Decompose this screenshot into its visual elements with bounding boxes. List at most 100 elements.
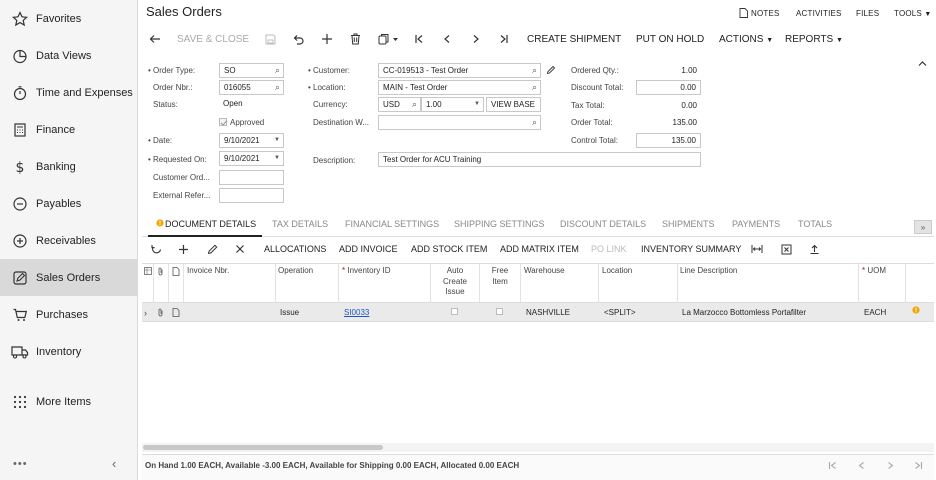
tab-document-details[interactable]: DOCUMENT DETAILS xyxy=(165,219,256,229)
location-field[interactable]: MAIN - Test Order ⌕ xyxy=(378,80,541,95)
control-total-field[interactable]: 135.00 xyxy=(636,133,701,148)
column-auto-create-issue[interactable]: Auto Create Issue xyxy=(431,266,479,298)
requested-on-field[interactable]: 9/10/2021 ▼ xyxy=(219,151,284,166)
tabs-overflow-icon[interactable]: » xyxy=(914,220,932,234)
search-icon[interactable]: ⌕ xyxy=(275,65,280,76)
add-stock-item-button[interactable]: ADD STOCK ITEM xyxy=(411,244,487,254)
column-warehouse[interactable]: Warehouse xyxy=(524,266,565,275)
sidebar-item-favorites[interactable]: Favorites xyxy=(0,0,137,37)
delete-row-icon[interactable] xyxy=(234,243,246,255)
column-line-description[interactable]: Line Description xyxy=(680,266,737,275)
column-location[interactable]: Location xyxy=(602,266,632,275)
last-page-icon[interactable] xyxy=(914,461,923,470)
cell-warehouse[interactable]: NASHVILLE xyxy=(526,308,570,317)
po-link-button[interactable]: PO LINK xyxy=(591,244,627,254)
last-record-icon[interactable] xyxy=(497,32,511,46)
tools-menu[interactable]: TOOLS ▼ xyxy=(894,9,932,18)
expand-row-icon[interactable]: › xyxy=(144,308,147,318)
refresh-icon[interactable] xyxy=(150,243,162,255)
search-icon[interactable]: ⌕ xyxy=(532,82,537,93)
free-item-checkbox[interactable] xyxy=(496,308,503,315)
tab-shipments[interactable]: SHIPMENTS xyxy=(662,219,715,229)
horizontal-scrollbar-thumb[interactable] xyxy=(143,445,383,450)
previous-page-icon[interactable] xyxy=(857,461,866,470)
tab-discount-details[interactable]: DISCOUNT DETAILS xyxy=(560,219,646,229)
tab-tax-details[interactable]: TAX DETAILS xyxy=(272,219,328,229)
add-matrix-item-button[interactable]: ADD MATRIX ITEM xyxy=(500,244,579,254)
notes-link[interactable]: NOTES xyxy=(751,9,780,18)
tab-totals[interactable]: TOTALS xyxy=(798,219,832,229)
description-field[interactable]: Test Order for ACU Training xyxy=(378,152,701,167)
copy-paste-menu[interactable] xyxy=(377,32,401,46)
create-shipment-button[interactable]: CREATE SHIPMENT xyxy=(527,34,621,45)
collapse-sidebar-icon[interactable]: ‹ xyxy=(112,456,116,471)
currency-field[interactable]: USD ⌕ xyxy=(378,97,421,112)
put-on-hold-button[interactable]: PUT ON HOLD xyxy=(636,34,704,45)
sidebar-item-receivables[interactable]: Receivables xyxy=(0,222,137,259)
next-page-icon[interactable] xyxy=(886,461,895,470)
allocations-button[interactable]: ALLOCATIONS xyxy=(264,244,326,254)
upload-icon[interactable] xyxy=(808,243,820,255)
next-record-icon[interactable] xyxy=(469,32,483,46)
actions-menu[interactable]: ACTIONS ▼ xyxy=(719,34,773,45)
save-close-button[interactable]: SAVE & CLOSE xyxy=(177,34,249,45)
notes-icon[interactable] xyxy=(739,8,748,18)
save-icon[interactable] xyxy=(263,32,277,46)
discount-total-field[interactable]: 0.00 xyxy=(636,80,701,95)
first-page-icon[interactable] xyxy=(828,461,837,470)
sidebar-item-finance[interactable]: Finance xyxy=(0,111,137,148)
delete-icon[interactable] xyxy=(348,32,362,46)
auto-create-issue-checkbox[interactable] xyxy=(451,308,458,315)
edit-row-icon[interactable] xyxy=(206,243,218,255)
cell-inventory-id[interactable]: SI0033 xyxy=(344,308,369,317)
view-base-button[interactable]: VIEW BASE xyxy=(486,97,541,112)
approved-checkbox[interactable] xyxy=(219,118,228,126)
tab-shipping-settings[interactable]: SHIPPING SETTINGS xyxy=(454,219,545,229)
customer-field[interactable]: CC-019513 - Test Order ⌕ xyxy=(378,63,541,78)
first-record-icon[interactable] xyxy=(412,32,426,46)
sidebar-item-purchases[interactable]: Purchases xyxy=(0,296,137,333)
search-icon[interactable]: ⌕ xyxy=(532,117,537,128)
inventory-id-link[interactable]: SI0033 xyxy=(344,308,369,317)
column-uom[interactable]: * UOM xyxy=(862,266,886,275)
cell-uom[interactable]: EACH xyxy=(864,308,886,317)
search-icon[interactable]: ⌕ xyxy=(412,99,417,110)
sidebar-item-more-items[interactable]: More Items xyxy=(0,383,137,420)
row-selector-icon[interactable] xyxy=(144,267,152,275)
search-icon[interactable]: ⌕ xyxy=(532,65,537,76)
currency-rate-field[interactable]: 1.00 ▼ xyxy=(421,97,484,112)
edit-pencil-icon[interactable] xyxy=(546,65,556,75)
column-invoice-nbr[interactable]: Invoice Nbr. xyxy=(187,266,229,275)
column-inventory-id[interactable]: * Inventory ID xyxy=(342,266,391,275)
collapse-form-icon[interactable] xyxy=(918,60,927,67)
customer-order-field[interactable] xyxy=(219,170,284,185)
row-attachment-icon[interactable] xyxy=(157,308,164,317)
sidebar-item-inventory[interactable]: Inventory xyxy=(0,333,137,370)
tab-payments[interactable]: PAYMENTS xyxy=(732,219,780,229)
previous-record-icon[interactable] xyxy=(440,32,454,46)
order-type-field[interactable]: SO ⌕ xyxy=(219,63,284,78)
cell-line-description[interactable]: La Marzocco Bottomless Portafilter xyxy=(682,308,806,317)
cell-location[interactable]: <SPLIT> xyxy=(604,308,636,317)
add-invoice-button[interactable]: ADD INVOICE xyxy=(339,244,398,254)
export-excel-icon[interactable] xyxy=(780,243,792,255)
more-options-icon[interactable]: ••• xyxy=(13,458,28,470)
add-icon[interactable] xyxy=(320,32,334,46)
inventory-summary-button[interactable]: INVENTORY SUMMARY xyxy=(641,244,741,254)
date-field[interactable]: 9/10/2021 ▼ xyxy=(219,133,284,148)
tab-financial-settings[interactable]: FINANCIAL SETTINGS xyxy=(345,219,439,229)
undo-icon[interactable] xyxy=(291,32,305,46)
order-nbr-field[interactable]: 016055 ⌕ xyxy=(219,80,284,95)
dropdown-icon[interactable]: ▼ xyxy=(274,137,280,143)
files-link[interactable]: FILES xyxy=(856,9,879,18)
reports-menu[interactable]: REPORTS ▼ xyxy=(785,34,843,45)
back-arrow-icon[interactable] xyxy=(148,32,162,46)
sidebar-item-payables[interactable]: Payables xyxy=(0,185,137,222)
sidebar-item-sales-orders[interactable]: Sales Orders xyxy=(0,259,137,296)
row-notes-icon[interactable] xyxy=(172,308,180,317)
destination-warehouse-field[interactable]: ⌕ xyxy=(378,115,541,130)
fit-columns-icon[interactable] xyxy=(751,243,763,255)
column-free-item[interactable]: Free Item xyxy=(480,266,520,287)
activities-link[interactable]: ACTIVITIES xyxy=(796,9,842,18)
sidebar-item-time-expenses[interactable]: Time and Expenses xyxy=(0,74,137,111)
